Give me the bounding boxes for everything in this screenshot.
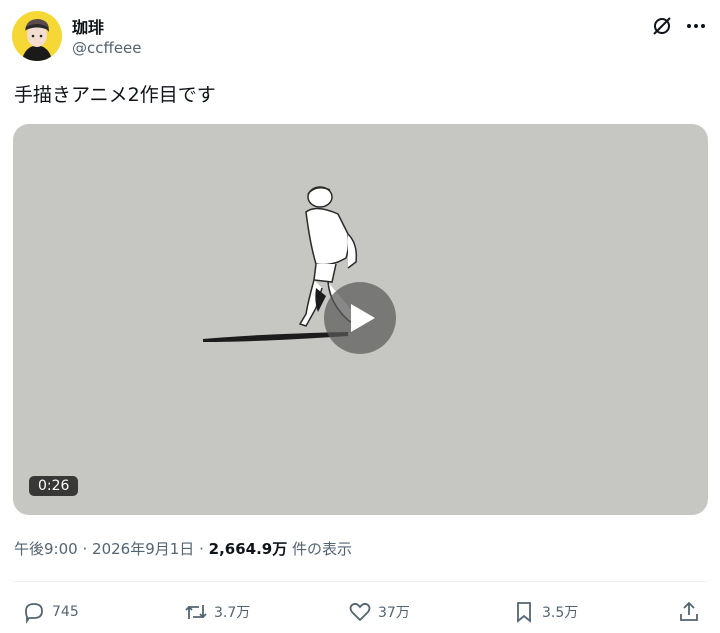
play-button[interactable]	[324, 282, 396, 354]
avatar[interactable]	[12, 11, 62, 61]
bookmark-icon	[517, 602, 531, 623]
views-count[interactable]: 2,664.9万	[209, 540, 288, 558]
tweet-time[interactable]: 午後9:00	[14, 540, 78, 558]
action-bar: 745 3.7万 37万 3.5万	[0, 594, 720, 630]
tweet-meta: 午後9:00 · 2026年9月1日 · 2,664.9万 件の表示	[14, 538, 352, 559]
retweet-count: 3.7万	[214, 605, 251, 621]
reply-button[interactable]: 745	[22, 594, 79, 630]
play-icon	[351, 304, 375, 332]
meta-separator: ·	[82, 540, 88, 558]
divider	[12, 581, 708, 582]
share-button[interactable]	[677, 594, 701, 630]
tweet-date[interactable]: 2026年9月1日	[92, 540, 194, 558]
meta-separator: ·	[199, 540, 204, 558]
reply-icon	[25, 603, 43, 624]
grok-icon[interactable]	[650, 14, 674, 38]
bookmark-button[interactable]: 3.5万	[512, 594, 578, 630]
video-duration: 0:26	[29, 476, 79, 496]
bookmark-count: 3.5万	[542, 605, 579, 621]
share-icon	[680, 601, 698, 621]
author-name[interactable]: 珈琲	[72, 14, 104, 38]
tweet-header: 珈琲 @ccffeee	[12, 11, 708, 63]
views-label: 件の表示	[292, 540, 353, 558]
video-player[interactable]: 0:26	[13, 124, 708, 515]
more-icon[interactable]	[684, 14, 708, 38]
like-count: 37万	[378, 605, 410, 621]
tweet-text: 手描きアニメ2作目です	[14, 84, 216, 106]
retweet-button[interactable]: 3.7万	[184, 594, 250, 630]
retweet-icon	[185, 605, 207, 619]
author-handle[interactable]: @ccffeee	[72, 39, 142, 57]
like-icon	[349, 602, 371, 622]
reply-count: 745	[52, 604, 79, 620]
like-button[interactable]: 37万	[348, 594, 410, 630]
